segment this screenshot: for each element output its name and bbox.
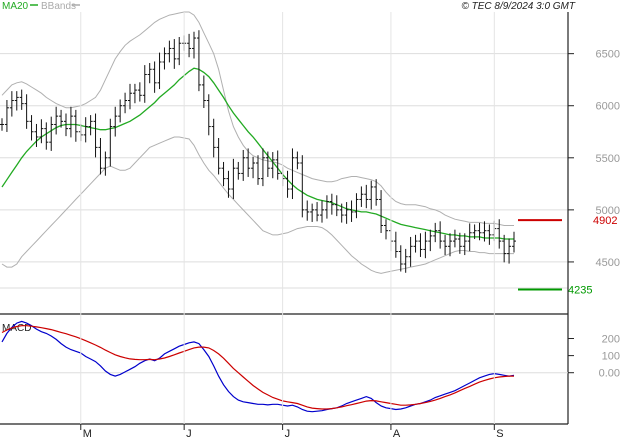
- time-tick-label: A: [393, 428, 401, 440]
- price-tick-label: 6000: [596, 101, 620, 113]
- legend-bbands-label: BBands: [41, 1, 76, 12]
- chart-header: MA20 BBands © TEC 8/9/2024 3:0 GMT: [2, 1, 576, 12]
- price-panel-background: [0, 12, 568, 314]
- macd-lines: [1, 320, 515, 413]
- price-tick-label: 5000: [596, 205, 620, 217]
- macd-panel: MACD 200 100 0.00: [0, 320, 620, 413]
- time-tick-label: S: [496, 428, 503, 440]
- macd-title: MACD: [2, 323, 31, 334]
- price-tick-label: 5500: [596, 153, 620, 165]
- stock-chart: 49024235 65006000550050004500 MA20 BBand…: [0, 1, 620, 440]
- macd-y-axis: 200 100 0.00: [568, 334, 620, 380]
- price-tick-label: 4500: [596, 257, 620, 269]
- legend-ma20-label: MA20: [2, 1, 29, 12]
- macd-line: [1, 320, 515, 413]
- price-panel: 49024235 65006000550050004500: [0, 11, 620, 314]
- time-tick-label: J: [186, 428, 192, 440]
- price-tick-label: 6500: [596, 49, 620, 61]
- price-y-axis: 6500 6000 5500 5000 4500: [568, 49, 620, 269]
- macd-tick-label: 0.00: [599, 368, 620, 380]
- support-label: 4235: [568, 285, 592, 297]
- macd-tick-label: 200: [602, 334, 620, 346]
- time-tick-label: J: [285, 428, 291, 440]
- macd-tick-label: 100: [602, 351, 620, 363]
- time-tick-label: M: [83, 428, 92, 440]
- copyright-label: © TEC 8/9/2024 3:0 GMT: [461, 1, 575, 12]
